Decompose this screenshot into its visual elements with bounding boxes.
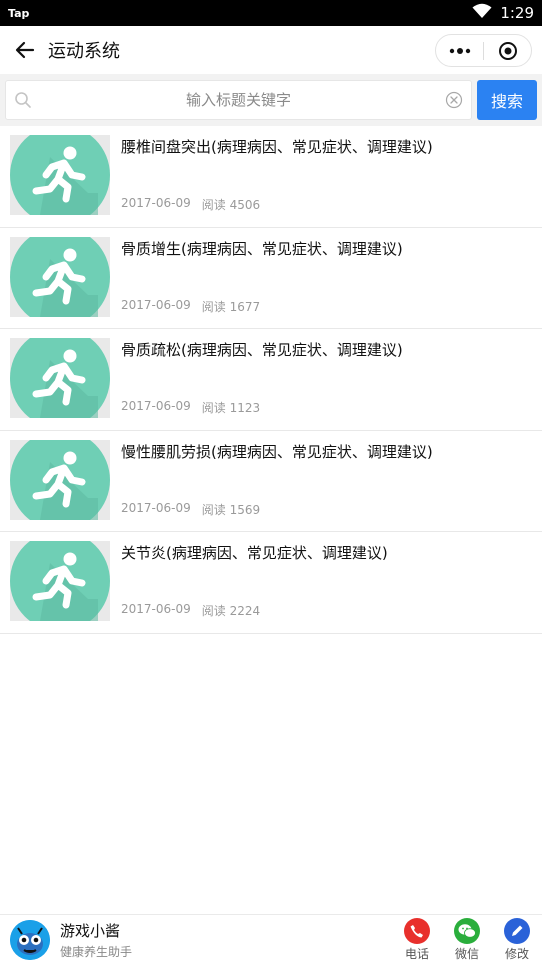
search-row: 搜索 (0, 74, 542, 126)
brand-name: 游戏小酱 (60, 921, 121, 940)
avatar (10, 919, 50, 960)
article-reads: 阅读 1123 (201, 401, 261, 415)
search-box (5, 80, 472, 120)
miniprogram-capsule (435, 34, 532, 67)
edit-icon (504, 917, 530, 944)
article-title: 腰椎间盘突出(病理病因、常见症状、调理建议) (121, 138, 433, 156)
carrier-label: Tap (8, 6, 30, 20)
runner-icon (10, 236, 110, 317)
article-reads: 阅读 1677 (201, 299, 261, 314)
runner-icon (10, 439, 110, 520)
search-icon (15, 92, 31, 108)
article-date: 2017-06-09 (121, 500, 191, 515)
wifi-icon (472, 3, 492, 23)
article-item[interactable]: 慢性腰肌劳损(病理病因、常见症状、调理建议) 2017-06-09 阅读 156… (0, 431, 542, 532)
article-title: 骨质疏松(病理病因、常见症状、调理建议) (121, 341, 403, 359)
runner-thumbnail (10, 135, 110, 215)
close-miniprogram-button[interactable] (484, 35, 531, 66)
article-date: 2017-06-09 (121, 602, 191, 616)
phone-button[interactable]: 电话 (404, 917, 430, 962)
phone-label: 电话 (404, 946, 429, 961)
nav-header: 运动系统 (0, 26, 542, 74)
article-date: 2017-06-09 (121, 196, 191, 210)
runner-icon (10, 135, 110, 215)
search-button[interactable]: 搜索 (477, 80, 537, 120)
runner-thumbnail (10, 541, 110, 621)
more-dots-icon (449, 47, 470, 54)
article-item[interactable]: 关节炎(病理病因、常见症状、调理建议) 2017-06-09 阅读 2224 (0, 532, 542, 634)
wechat-icon (454, 917, 480, 944)
phone-icon (404, 917, 430, 944)
brand-subtitle: 健康养生助手 (60, 944, 133, 959)
runner-icon (10, 338, 110, 418)
article-title: 慢性腰肌劳损(病理病因、常见症状、调理建议) (121, 442, 433, 461)
clock-time: 1:29 (500, 4, 534, 22)
article-reads: 阅读 2224 (201, 604, 261, 618)
wechat-button[interactable]: 微信 (454, 917, 480, 962)
mascot-icon (10, 919, 50, 960)
article-date: 2017-06-09 (121, 399, 191, 413)
runner-thumbnail (10, 439, 110, 520)
runner-thumbnail (10, 236, 110, 317)
edit-button[interactable]: 修改 (504, 917, 530, 962)
edit-label: 修改 (504, 946, 529, 961)
article-reads: 阅读 4506 (201, 198, 261, 212)
article-item[interactable]: 腰椎间盘突出(病理病因、常见症状、调理建议) 2017-06-09 阅读 450… (0, 126, 542, 228)
clear-icon[interactable] (445, 91, 463, 109)
runner-thumbnail (10, 338, 110, 418)
bottom-bar: 游戏小酱 健康养生助手 电话 微信 修改 (0, 914, 542, 964)
more-button[interactable] (436, 35, 483, 66)
back-arrow-icon (15, 41, 35, 59)
article-reads: 阅读 1569 (201, 502, 261, 517)
target-circle-icon (498, 41, 517, 60)
article-title: 关节炎(病理病因、常见症状、调理建议) (121, 544, 388, 562)
article-item[interactable]: 骨质增生(病理病因、常见症状、调理建议) 2017-06-09 阅读 1677 (0, 228, 542, 329)
article-title: 骨质增生(病理病因、常见症状、调理建议) (121, 239, 403, 258)
article-list: 腰椎间盘突出(病理病因、常见症状、调理建议) 2017-06-09 阅读 450… (0, 126, 542, 634)
search-input[interactable] (32, 91, 445, 109)
status-bar: Tap 1:29 (0, 0, 542, 26)
page-title: 运动系统 (48, 41, 120, 62)
article-item[interactable]: 骨质疏松(病理病因、常见症状、调理建议) 2017-06-09 阅读 1123 (0, 329, 542, 431)
wechat-label: 微信 (454, 946, 479, 961)
back-button[interactable] (12, 37, 38, 63)
article-date: 2017-06-09 (121, 297, 191, 312)
runner-icon (10, 541, 110, 621)
